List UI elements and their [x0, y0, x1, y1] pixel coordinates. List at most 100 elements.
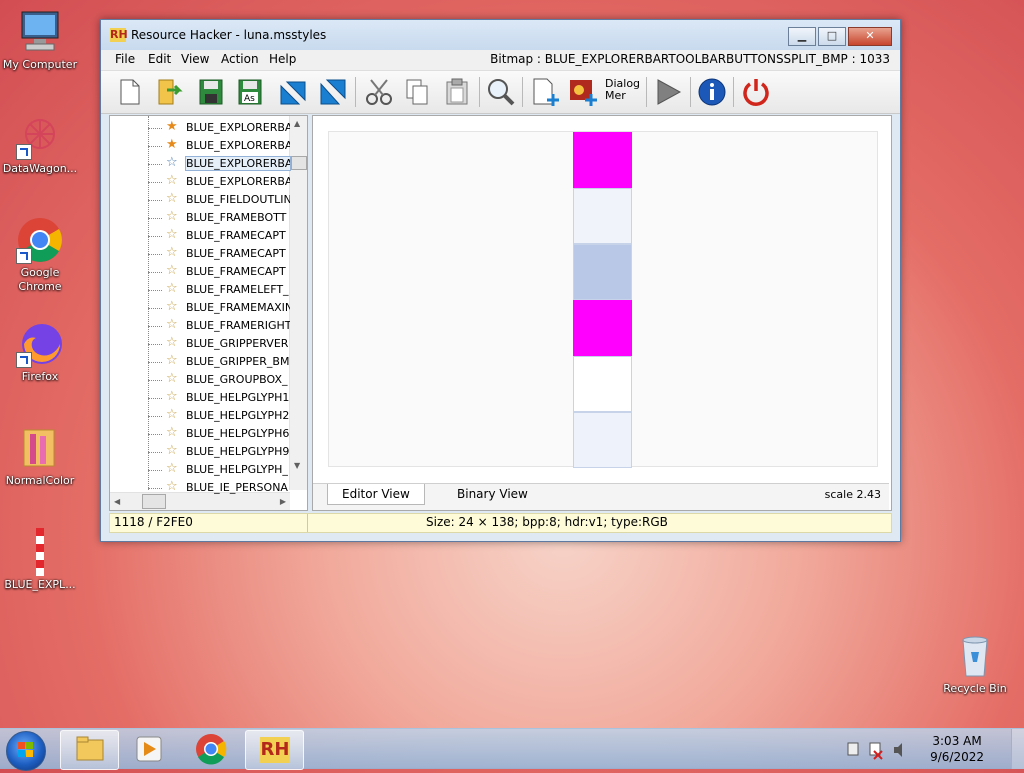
tree-item-label: BLUE_HELPGLYPH6	[186, 427, 290, 440]
tree-item[interactable]: ☆ BLUE_FRAMECAPT	[110, 245, 288, 263]
dialog-merge-button[interactable]: Dialog Mer	[605, 76, 641, 108]
resource-tree[interactable]: ▲ ▼ ◀ ▶ ★ BLUE_EXPLORERBA ★ BLUE_EXPLORERBA…	[109, 115, 308, 511]
find-button[interactable]	[485, 76, 517, 108]
star-icon: ☆	[166, 191, 178, 206]
tree-connector	[148, 182, 162, 183]
status-divider	[307, 514, 308, 532]
desktop-icon-my-computer[interactable]: My Computer	[0, 8, 80, 72]
tree-item[interactable]: ☆ BLUE_FRAMECAPT	[110, 263, 288, 281]
exit-button[interactable]	[740, 76, 772, 108]
tree-item[interactable]: ☆ BLUE_FRAMECAPT	[110, 227, 288, 245]
star-icon: ☆	[166, 335, 178, 350]
taskbar-explorer[interactable]	[60, 730, 119, 770]
toolbar-separator	[355, 77, 356, 107]
tree-item[interactable]: ☆ BLUE_HELPGLYPH2	[110, 407, 289, 425]
taskbar-chrome[interactable]	[183, 730, 240, 768]
scissors-icon	[366, 79, 392, 105]
tree-item[interactable]: ☆ BLUE_HELPGLYPH9	[110, 443, 289, 461]
add-resource-button[interactable]	[529, 76, 561, 108]
tree-item[interactable]: ☆ BLUE_FRAMERIGHT	[110, 317, 290, 335]
scroll-left-icon[interactable]: ◀	[114, 497, 120, 506]
save-as-button[interactable]: As	[234, 76, 266, 108]
tab-binary-view[interactable]: Binary View	[443, 484, 542, 504]
tree-item[interactable]: ☆ BLUE_FRAMELEFT_	[110, 281, 289, 299]
tree-connector	[148, 434, 162, 435]
taskbar-resource-hacker[interactable]: RH	[245, 730, 304, 770]
bitmap-cell	[573, 188, 632, 244]
copy-button[interactable]	[401, 76, 433, 108]
bitmap-cell	[573, 300, 632, 356]
cut-button[interactable]	[363, 76, 395, 108]
clock[interactable]: 3:03 AM 9/6/2022	[930, 733, 984, 765]
scroll-thumb[interactable]	[291, 156, 307, 170]
image-add-icon	[570, 80, 597, 106]
star-icon: ☆	[166, 263, 178, 278]
desktop-icon-blue-expl[interactable]: BLUE_EXPL...	[0, 528, 80, 592]
menu-bar: File Edit View Action Help Bitmap : BLUE…	[101, 50, 900, 71]
menu-file[interactable]: File	[115, 52, 135, 66]
tree-item[interactable]: ☆ BLUE_EXPLORERBA	[110, 155, 291, 173]
desktop-icon-firefox[interactable]: Firefox	[0, 320, 80, 384]
tree-item[interactable]: ☆ BLUE_FIELDOUTLIN	[110, 191, 290, 209]
status-offset: 1118 / F2FE0	[114, 515, 193, 529]
save-icon	[199, 79, 223, 105]
scroll-right-icon[interactable]: ▶	[280, 497, 286, 506]
tree-item-label: BLUE_HELPGLYPH_	[186, 463, 288, 476]
new-file-button[interactable]	[113, 76, 145, 108]
save-button[interactable]	[195, 76, 227, 108]
tree-item-label: BLUE_GRIPPER_BM	[186, 355, 290, 368]
close-button[interactable]: ✕	[848, 27, 892, 46]
tree-item[interactable]: ☆ BLUE_HELPGLYPH_	[110, 461, 288, 479]
start-button[interactable]	[6, 731, 46, 771]
menu-edit[interactable]: Edit	[148, 52, 171, 66]
tree-connector	[148, 272, 162, 273]
open-button[interactable]	[153, 76, 185, 108]
tree-vertical-scrollbar[interactable]: ▲ ▼	[289, 116, 307, 490]
desktop-icon-datawagon[interactable]: DataWagon...	[0, 112, 80, 176]
back-button[interactable]	[277, 76, 309, 108]
tree-connector	[148, 452, 162, 453]
star-icon: ☆	[166, 227, 178, 242]
title-bar[interactable]: RH Resource Hacker - luna.msstyles ▁ □ ✕	[101, 20, 900, 50]
paste-button[interactable]	[441, 76, 473, 108]
tree-item[interactable]: ☆ BLUE_HELPGLYPH6	[110, 425, 290, 443]
bitmap-file-icon	[16, 528, 64, 576]
tree-item[interactable]: ☆ BLUE_GRIPPERVER	[110, 335, 288, 353]
minimize-button[interactable]: ▁	[788, 27, 816, 46]
system-tray	[844, 733, 914, 765]
desktop-icon-recycle-bin[interactable]: Recycle Bin	[935, 632, 1015, 696]
tree-connector	[148, 236, 162, 237]
about-button[interactable]	[696, 76, 728, 108]
tree-connector	[148, 470, 162, 471]
taskbar-media-player[interactable]	[122, 730, 179, 768]
run-script-button[interactable]	[652, 76, 684, 108]
tree-item-label: BLUE_FRAMELEFT_	[186, 283, 289, 296]
tree-connector	[148, 380, 162, 381]
tree-item[interactable]: ☆ BLUE_EXPLORERBA	[110, 173, 290, 191]
scroll-down-icon[interactable]: ▼	[294, 461, 300, 470]
tree-item[interactable]: ★ BLUE_EXPLORERBA	[110, 119, 290, 137]
add-image-button[interactable]	[567, 76, 599, 108]
forward-button[interactable]	[317, 76, 349, 108]
tree-item[interactable]: ☆ BLUE_HELPGLYPH1	[110, 389, 289, 407]
tree-item[interactable]: ☆ BLUE_FRAMEMAXIN	[110, 299, 290, 317]
folder-icon	[16, 424, 64, 472]
desktop-icon-chrome[interactable]: Google Chrome	[0, 216, 80, 294]
show-desktop-button[interactable]	[1011, 729, 1024, 769]
tree-item-label: BLUE_FRAMECAPT	[186, 229, 286, 242]
recycle-bin-icon	[951, 632, 999, 680]
menu-help[interactable]: Help	[269, 52, 296, 66]
tree-item[interactable]: ☆ BLUE_GROUPBOX_	[110, 371, 288, 389]
tree-item[interactable]: ☆ BLUE_IE_PERSONA	[110, 479, 288, 497]
tree-item[interactable]: ☆ BLUE_FRAMEBOTT	[110, 209, 288, 227]
desktop-icon-normalcolor[interactable]: NormalColor	[0, 424, 80, 488]
tree-item[interactable]: ☆ BLUE_GRIPPER_BM	[110, 353, 290, 371]
tree-item[interactable]: ★ BLUE_EXPLORERBA	[110, 137, 290, 155]
scale-label: scale 2.43	[824, 488, 881, 501]
status-bar: 1118 / F2FE0 Size: 24 × 138; bpp:8; hdr:…	[109, 513, 892, 533]
maximize-button[interactable]: □	[818, 27, 846, 46]
scroll-up-icon[interactable]: ▲	[294, 119, 300, 128]
menu-action[interactable]: Action	[221, 52, 259, 66]
tab-editor-view[interactable]: Editor View	[327, 484, 425, 505]
menu-view[interactable]: View	[181, 52, 209, 66]
